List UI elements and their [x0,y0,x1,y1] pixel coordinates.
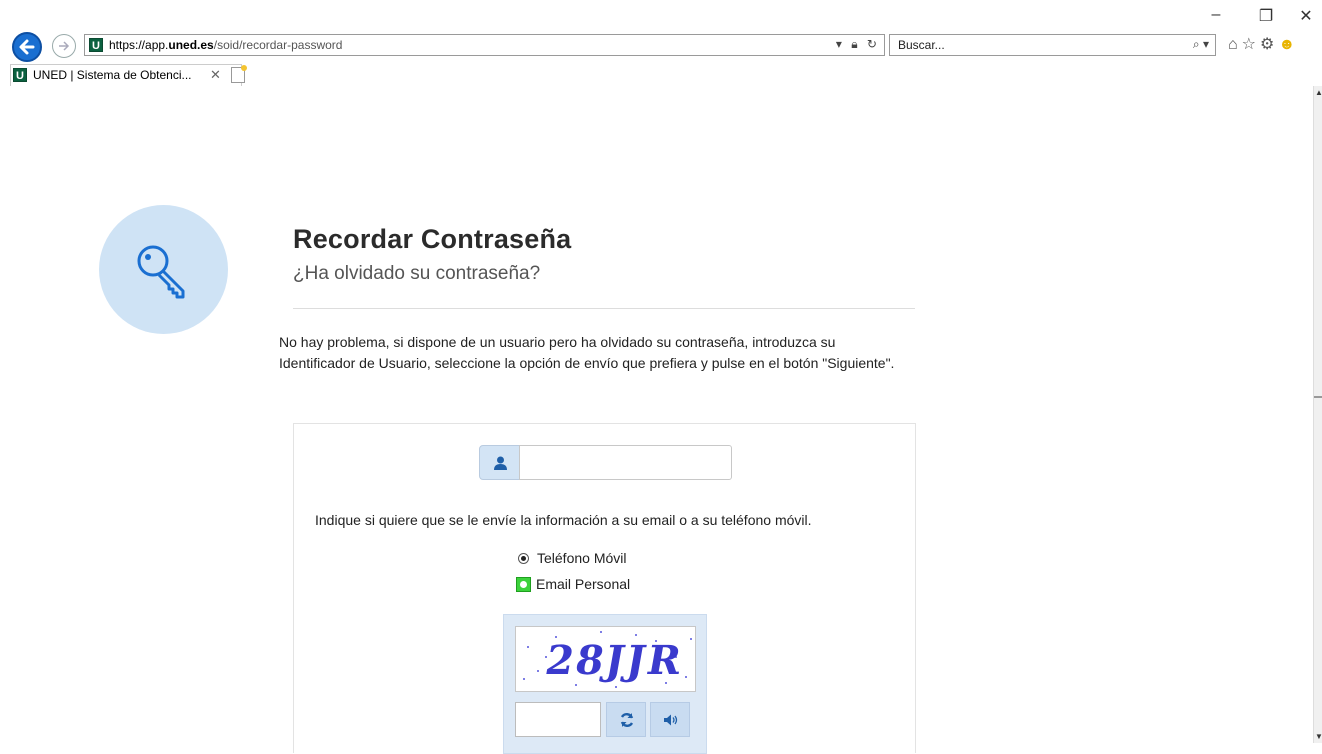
new-tab-icon[interactable] [231,65,247,83]
option-label-movil: Teléfono Móvil [537,550,627,566]
key-icon [137,245,185,299]
browser-chrome: – ❐ ✕ U https://app.uned.es/soid/recorda… [0,0,1322,86]
key-illustration [99,205,228,334]
page-subtitle: ¿Ha olvidado su contraseña? [293,263,541,284]
search-box[interactable]: Buscar... ⌕ ▾ [889,34,1216,56]
tab-title: UNED | Sistema de Obtenci... [33,68,192,82]
url-text[interactable]: https://app.uned.es/soid/recordar-passwo… [109,38,342,52]
captcha-text: 28JJR [541,637,687,684]
restore-icon[interactable]: ❐ [1256,6,1276,26]
radio-email-personal[interactable] [516,577,531,592]
feedback-smiley-icon[interactable]: ☻ [1278,36,1299,53]
site-favicon: U [89,38,103,52]
scroll-up-icon[interactable]: ▲ [1315,88,1322,97]
captcha-input[interactable] [515,702,601,737]
page-title: Recordar Contraseña [293,224,572,254]
scroll-thumb[interactable] [1314,396,1322,398]
favorites-star-icon[interactable]: ☆ [1242,36,1260,53]
tab-favicon: U [13,68,27,82]
user-icon [494,456,507,470]
forward-arrow-icon [59,41,70,51]
recovery-form: Indique si quiere que se le envíe la inf… [293,423,916,754]
captcha-refresh-button[interactable] [606,702,646,737]
browser-tab[interactable]: U UNED | Sistema de Obtenci... ✕ [10,64,247,86]
refresh-icon [620,713,634,727]
user-addon [479,445,520,480]
option-email-personal[interactable]: Email Personal [516,576,630,592]
address-bar[interactable]: U https://app.uned.es/soid/recordar-pass… [84,34,885,56]
captcha-audio-button[interactable] [650,702,690,737]
back-arrow-icon [19,39,35,55]
settings-gear-icon[interactable]: ⚙ [1260,36,1278,53]
captcha-image: 28JJR [515,626,696,692]
send-method-prompt: Indique si quiere que se le envíe la inf… [315,512,812,528]
radio-telefono-movil[interactable] [518,553,529,564]
option-label-email: Email Personal [536,576,631,592]
captcha-box: 28JJR [503,614,707,754]
forward-button[interactable] [52,34,76,58]
user-id-input[interactable] [519,445,732,480]
home-icon[interactable]: ⌂ [1228,36,1242,53]
close-window-icon[interactable]: ✕ [1296,6,1316,26]
minimize-icon[interactable]: – [1206,6,1226,24]
address-bar-icons[interactable]: ▾ 🔒︎ ↻ [836,37,880,52]
intro-text: No hay problema, si dispone de un usuari… [279,334,895,371]
toolbar-icons: ⌂☆⚙☻ [1228,34,1299,54]
search-placeholder: Buscar... [898,38,945,52]
back-button[interactable] [12,32,42,62]
scroll-down-icon[interactable]: ▼ [1315,732,1322,741]
volume-icon [664,714,678,726]
option-telefono-movil[interactable]: Teléfono Móvil [518,550,627,566]
search-icon[interactable]: ⌕ ▾ [1193,37,1209,52]
tab-close-icon[interactable]: ✕ [210,67,221,83]
divider [293,308,915,309]
vertical-scrollbar[interactable]: ▲ ▼ [1313,86,1322,743]
user-id-group [479,445,732,480]
